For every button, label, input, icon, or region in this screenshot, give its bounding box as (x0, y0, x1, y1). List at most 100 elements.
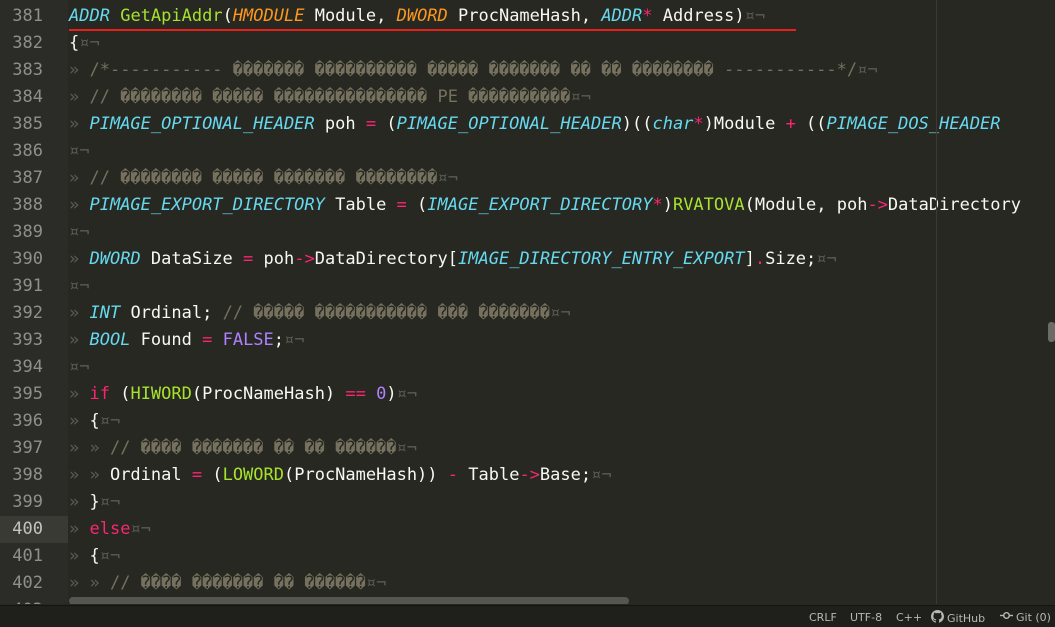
invisible-char: ¤¬ (79, 33, 100, 53)
token-type: PIMAGE_OPTIONAL_HEADER (396, 114, 622, 134)
invisible-char: » (69, 492, 90, 512)
token-macro: HIWORD (130, 384, 192, 404)
code-line[interactable]: ¤¬ (69, 354, 89, 381)
code-line[interactable]: » PIMAGE_OPTIONAL_HEADER poh = (PIMAGE_O… (69, 111, 1001, 138)
token-op: -> (294, 249, 315, 269)
token-text: DataDirectory (887, 195, 1021, 215)
token-text: (ProcNameHash)) (284, 465, 448, 485)
token-type: IMAGE_DIRECTORY_ENTRY_EXPORT (458, 249, 745, 269)
token-op: * (642, 6, 653, 26)
code-line[interactable]: » BOOL Found = FALSE;¤¬ (69, 327, 305, 354)
code-line[interactable]: ¤¬ (69, 273, 89, 300)
token-text: { (89, 546, 100, 566)
token-type: PIMAGE_DOS_HEADER (826, 114, 1001, 134)
code-line[interactable]: ¤¬ (69, 138, 89, 165)
line-number: 388 (12, 195, 43, 215)
token-param: DWORD (396, 6, 448, 26)
code-line[interactable]: » {¤¬ (69, 408, 120, 435)
code-line[interactable]: » DWORD DataSize = poh->DataDirectory[IM… (69, 246, 837, 273)
github-button[interactable]: GitHub (931, 610, 985, 626)
token-text: Size; (765, 249, 817, 269)
invisible-char: » » (69, 573, 110, 593)
code-line[interactable]: » {¤¬ (69, 543, 120, 570)
code-line[interactable]: » if (HIWORD(ProcNameHash) == 0)¤¬ (69, 381, 417, 408)
invisible-char: » » (69, 438, 110, 458)
token-text: DataDirectory[ (314, 249, 459, 269)
line-number-gutter: 381 382 383 384 385 386 387 388 389 390 391 392 393 3… (0, 0, 68, 604)
code-line[interactable]: » // �������� ����� ��������������� PE �… (69, 84, 591, 111)
token-type: char (652, 114, 694, 134)
wrap-guide (936, 0, 937, 604)
vertical-scrollbar-thumb[interactable] (1048, 322, 1055, 342)
token-text: DataSize (140, 249, 244, 269)
token-op: - (447, 465, 459, 485)
invisible-char: » (69, 330, 90, 350)
token-type: INT (89, 303, 121, 323)
code-line[interactable]: ¤¬ (69, 219, 89, 246)
code-line[interactable]: » /*----------- ������� ���������� �����… (69, 57, 878, 84)
token-op: * (693, 114, 704, 134)
code-line[interactable]: » INT Ordinal; // ����� ����������� ��� … (69, 300, 571, 327)
token-text: (( (795, 114, 827, 134)
invisible-char: ¤¬ (99, 546, 121, 566)
code-line[interactable]: » PIMAGE_EXPORT_DIRECTORY Table = (IMAGE… (69, 192, 1021, 219)
git-commit-icon (1000, 610, 1013, 626)
token-text: Ordinal; (120, 303, 223, 323)
code-line[interactable]: » » // ���� ������� �� ������¤¬ (69, 570, 386, 597)
invisible-char: » (69, 60, 90, 80)
code-line[interactable]: {¤¬ (69, 30, 100, 57)
token-text: } (89, 492, 100, 512)
token-fn: GetApiAddr (120, 6, 223, 26)
token-cm: // ���� ������� �� �� ������ (109, 438, 397, 458)
horizontal-scrollbar[interactable] (69, 597, 629, 604)
invisible-char: » (69, 519, 90, 539)
line-number: 397 (12, 438, 43, 458)
token-text: ( (406, 195, 428, 215)
code-line[interactable]: » » Ordinal = (LOWORD(ProcNameHash)) - T… (69, 462, 612, 489)
invisible-char: ¤¬ (69, 222, 90, 242)
token-op: == (345, 384, 366, 404)
line-number: 385 (12, 114, 43, 134)
grammar-indicator[interactable]: C++ (896, 610, 922, 626)
line-number: 391 (12, 276, 43, 296)
token-fn: RVATOVA (672, 195, 745, 215)
invisible-char: » (69, 411, 90, 431)
token-op: * (652, 195, 663, 215)
git-button[interactable]: Git (0) (1000, 610, 1051, 626)
token-op: + (785, 114, 796, 134)
line-number: 384 (12, 87, 43, 107)
line-number: 392 (12, 303, 43, 323)
token-op: = (365, 114, 377, 134)
token-op: = (191, 465, 203, 485)
code-line[interactable]: » else¤¬ (69, 516, 151, 543)
invisible-char: ¤¬ (365, 573, 387, 593)
token-op: = (396, 195, 407, 215)
code-editor[interactable]: 381 382 383 384 385 386 387 388 389 390 391 392 393 3… (0, 0, 1055, 604)
invisible-char: ¤¬ (69, 276, 90, 296)
invisible-char: ¤¬ (816, 249, 837, 269)
token-type: DWORD (89, 249, 141, 269)
line-number: 383 (12, 60, 43, 80)
encoding-indicator[interactable]: UTF-8 (850, 610, 882, 626)
invisible-char: ¤¬ (396, 384, 418, 404)
token-text: )(( (621, 114, 653, 134)
invisible-char: » (69, 303, 90, 323)
line-number: 386 (12, 141, 43, 161)
code-line[interactable]: » // �������� ����� ������� ��������¤¬ (69, 165, 458, 192)
token-text: { (69, 33, 80, 53)
invisible-char: » (69, 546, 90, 566)
line-ending-indicator[interactable]: CRLF (809, 610, 837, 626)
code-line[interactable]: » }¤¬ (69, 489, 120, 516)
code-line[interactable]: » » // ���� ������� �� �� ������¤¬ (69, 435, 417, 462)
code-line[interactable]: ADDR GetApiAddr(HMODULE Module, DWORD Pr… (69, 3, 765, 30)
token-text: Address) (652, 6, 745, 26)
token-text: ProcNameHash, (447, 6, 602, 26)
token-text: Table (324, 195, 397, 215)
token-text: ( (376, 114, 397, 134)
line-number: 393 (12, 330, 43, 350)
github-label: GitHub (947, 612, 986, 625)
token-type: BOOL (89, 330, 131, 350)
token-text: Module, (304, 6, 397, 26)
code-area[interactable]: ADDR GetApiAddr(HMODULE Module, DWORD Pr… (68, 0, 1055, 604)
